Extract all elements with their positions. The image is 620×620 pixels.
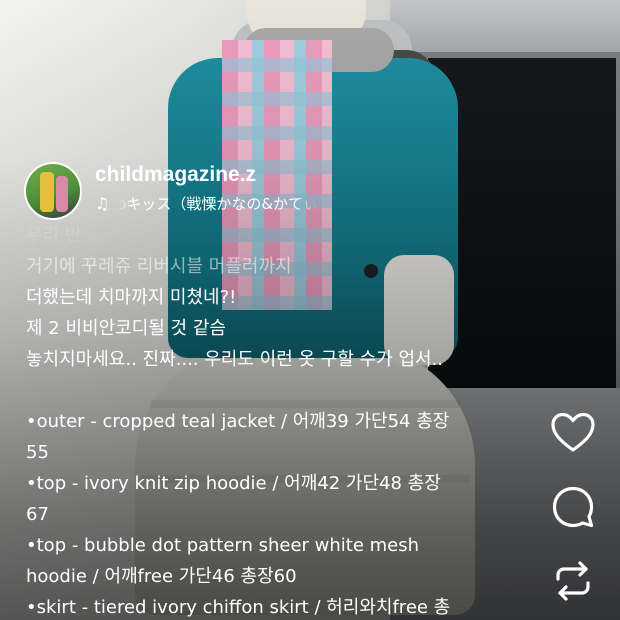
music-note-icon: ♫	[95, 194, 110, 213]
comment-icon	[552, 486, 594, 528]
caption-line: 55	[26, 442, 49, 463]
music-row[interactable]: ♫ ͻキッス（戦慄かなの&かてぃ	[95, 192, 395, 216]
post-caption[interactable]: 우리 반 ... 거기에 꾸레쥬 리버시블 머플러까지 더했는데 치마까지 미쳤…	[26, 220, 526, 620]
username-link[interactable]: childmagazine.z	[95, 162, 256, 188]
author-row: childmagazine.z ♫ ͻキッス（戦慄かなの&かてぃ	[24, 162, 584, 222]
caption-line: •top - bubble dot pattern sheer white me…	[26, 535, 420, 556]
caption-line: 놓치지마세요.. 진짜.... 우리도 이런 옷 구할 수가 업서..	[26, 349, 444, 370]
caption-line: 67	[26, 504, 49, 525]
comment-button[interactable]	[549, 483, 597, 531]
caption-line: hoodie / 어깨free 가단46 총장60	[26, 566, 297, 587]
caption-line: 제 2 비비안코디될 것 같슴	[26, 318, 226, 339]
caption-line: •top - ivory knit zip hoodie / 어깨42 가단48…	[26, 473, 441, 494]
caption-line: 우리 반 ...	[26, 225, 105, 246]
caption-line: •outer - cropped teal jacket / 어깨39 가단54…	[26, 411, 450, 432]
avatar-figure	[56, 176, 68, 212]
avatar[interactable]	[24, 162, 82, 220]
repost-button[interactable]	[549, 557, 597, 605]
heart-icon	[551, 412, 595, 452]
repost-icon	[556, 561, 590, 601]
caption-line	[26, 375, 526, 406]
caption-line: 거기에 꾸레쥬 리버시블 머플러까지	[26, 256, 292, 277]
avatar-figure	[40, 172, 54, 212]
caption-line: •skirt - tiered ivory chiffon skirt / 허리…	[26, 597, 451, 618]
music-title: ͻキッス（戦慄かなの&かてぃ	[118, 195, 319, 213]
like-button[interactable]	[549, 409, 597, 457]
caption-line: 더했는데 치마까지 미쳤네?!	[26, 287, 237, 308]
